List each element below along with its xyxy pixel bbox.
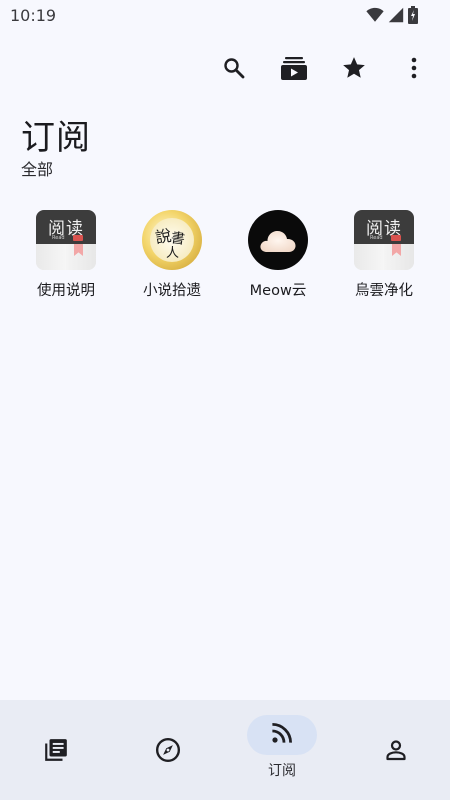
status-bar: 10:19 <box>0 0 450 32</box>
star-icon <box>341 55 367 85</box>
subscription-label: 小说拾遗 <box>143 283 201 299</box>
subscription-grid: 阅读 Read 使用说明 說 書 人 小说拾遗 Meow云 阅读 Read 烏雲… <box>0 210 450 310</box>
status-time: 10:19 <box>10 6 57 25</box>
rss-source-button[interactable] <box>276 52 312 88</box>
gold-coin-calligraphy-icon: 說 書 人 <box>142 210 202 270</box>
rss-subscriptions-screen: 10:19 订阅 全部 阅读 Read 使用说明 說 書 人 小说拾遗 Meow… <box>0 0 450 800</box>
subscription-item[interactable]: 阅读 Read 烏雲净化 <box>329 210 439 300</box>
more-options-button[interactable] <box>396 52 432 88</box>
battery-icon <box>408 6 418 24</box>
subscription-label: 使用说明 <box>37 283 95 299</box>
person-icon <box>382 736 410 764</box>
bottom-navigation: 订阅 <box>0 700 450 800</box>
more-vert-icon <box>410 56 418 84</box>
subscription-label: Meow云 <box>249 283 307 299</box>
nav-selected-indicator <box>247 715 317 755</box>
group-filter-label[interactable]: 全部 <box>21 156 53 180</box>
subscription-item[interactable]: 說 書 人 小说拾遗 <box>117 210 227 300</box>
cloud-icon <box>248 210 308 270</box>
nav-item-subscriptions[interactable]: 订阅 <box>226 700 338 800</box>
compass-icon <box>154 736 182 764</box>
search-button[interactable] <box>216 52 252 88</box>
search-icon <box>222 56 246 84</box>
toolbar <box>0 52 450 88</box>
status-icons <box>366 6 418 24</box>
favorites-button[interactable] <box>336 52 372 88</box>
nav-item-bookshelf[interactable] <box>0 700 112 800</box>
bookshelf-icon <box>42 736 70 764</box>
subscription-label: 烏雲净化 <box>355 283 413 299</box>
legado-book-icon: 阅读 Read <box>354 210 414 270</box>
rss-source-icon <box>280 54 308 86</box>
page-title: 订阅 <box>21 118 91 158</box>
signal-icon <box>388 7 404 23</box>
nav-item-discover[interactable] <box>112 700 224 800</box>
nav-item-my[interactable] <box>340 700 450 800</box>
legado-book-icon: 阅读 Read <box>36 210 96 270</box>
nav-label-subscriptions: 订阅 <box>268 763 296 779</box>
wifi-icon <box>366 7 384 23</box>
rss-icon <box>270 721 294 749</box>
subscription-item[interactable]: 阅读 Read 使用说明 <box>11 210 121 300</box>
subscription-item[interactable]: Meow云 <box>223 210 333 300</box>
